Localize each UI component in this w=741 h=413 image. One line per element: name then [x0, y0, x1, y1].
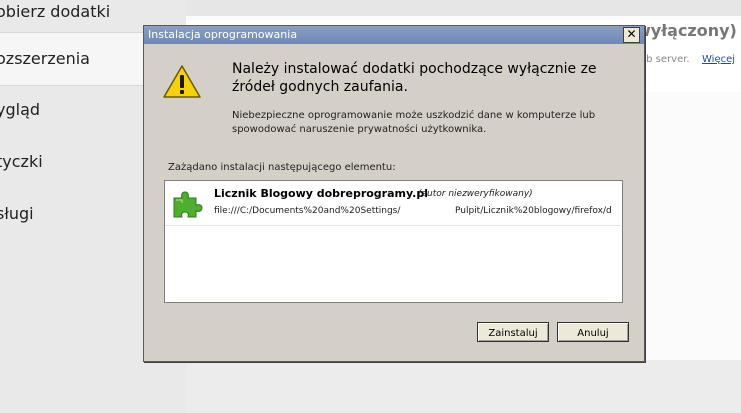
addons-bottom-area [186, 360, 741, 413]
addon-description: eb server. [640, 54, 690, 65]
cancel-button[interactable]: Anuluj [557, 322, 629, 342]
dialog-titlebar[interactable]: Instalacja oprogramowania ✕ [144, 26, 644, 44]
addon-url-part: file:///C:/Documents%20and%20Settings/ [214, 206, 401, 216]
close-icon: ✕ [626, 27, 637, 41]
software-install-dialog: Instalacja oprogramowania ✕ Należy insta… [143, 25, 645, 362]
sidebar-item-label: ygląd [0, 100, 41, 119]
addon-url-part: Pulpit/Licznik%20blogowy/firefox/d [455, 206, 612, 216]
close-button[interactable]: ✕ [623, 27, 640, 43]
dialog-title: Instalacja oprogramowania [148, 28, 298, 41]
warning-icon [163, 65, 201, 98]
sidebar-item-label: sługi [0, 204, 34, 223]
sidebar-item-label: ozszerzenia [0, 49, 90, 68]
addon-author: (autor niezweryfikowany) [418, 189, 533, 199]
more-link[interactable]: Więcej [702, 54, 735, 65]
install-button[interactable]: Zainstaluj [477, 322, 549, 342]
dialog-heading: Należy instalować dodatki pochodzące wył… [232, 61, 597, 95]
addon-status-text: wyłączony) [636, 21, 737, 40]
addon-name: Licznik Blogowy dobreprogramy.pl [214, 187, 428, 200]
install-items-list[interactable]: Licznik Blogowy dobreprogramy.pl (autor … [164, 180, 623, 303]
addons-top-band [186, 0, 741, 16]
install-list-caption: Zażądano instalacji następującego elemen… [168, 162, 396, 173]
sidebar-item-label: tyczki [0, 152, 43, 171]
security-warning-text: Niebezpieczne oprogramowanie może uszkod… [232, 110, 596, 135]
puzzle-icon [173, 191, 203, 218]
list-item[interactable]: Licznik Blogowy dobreprogramy.pl (autor … [165, 181, 620, 226]
